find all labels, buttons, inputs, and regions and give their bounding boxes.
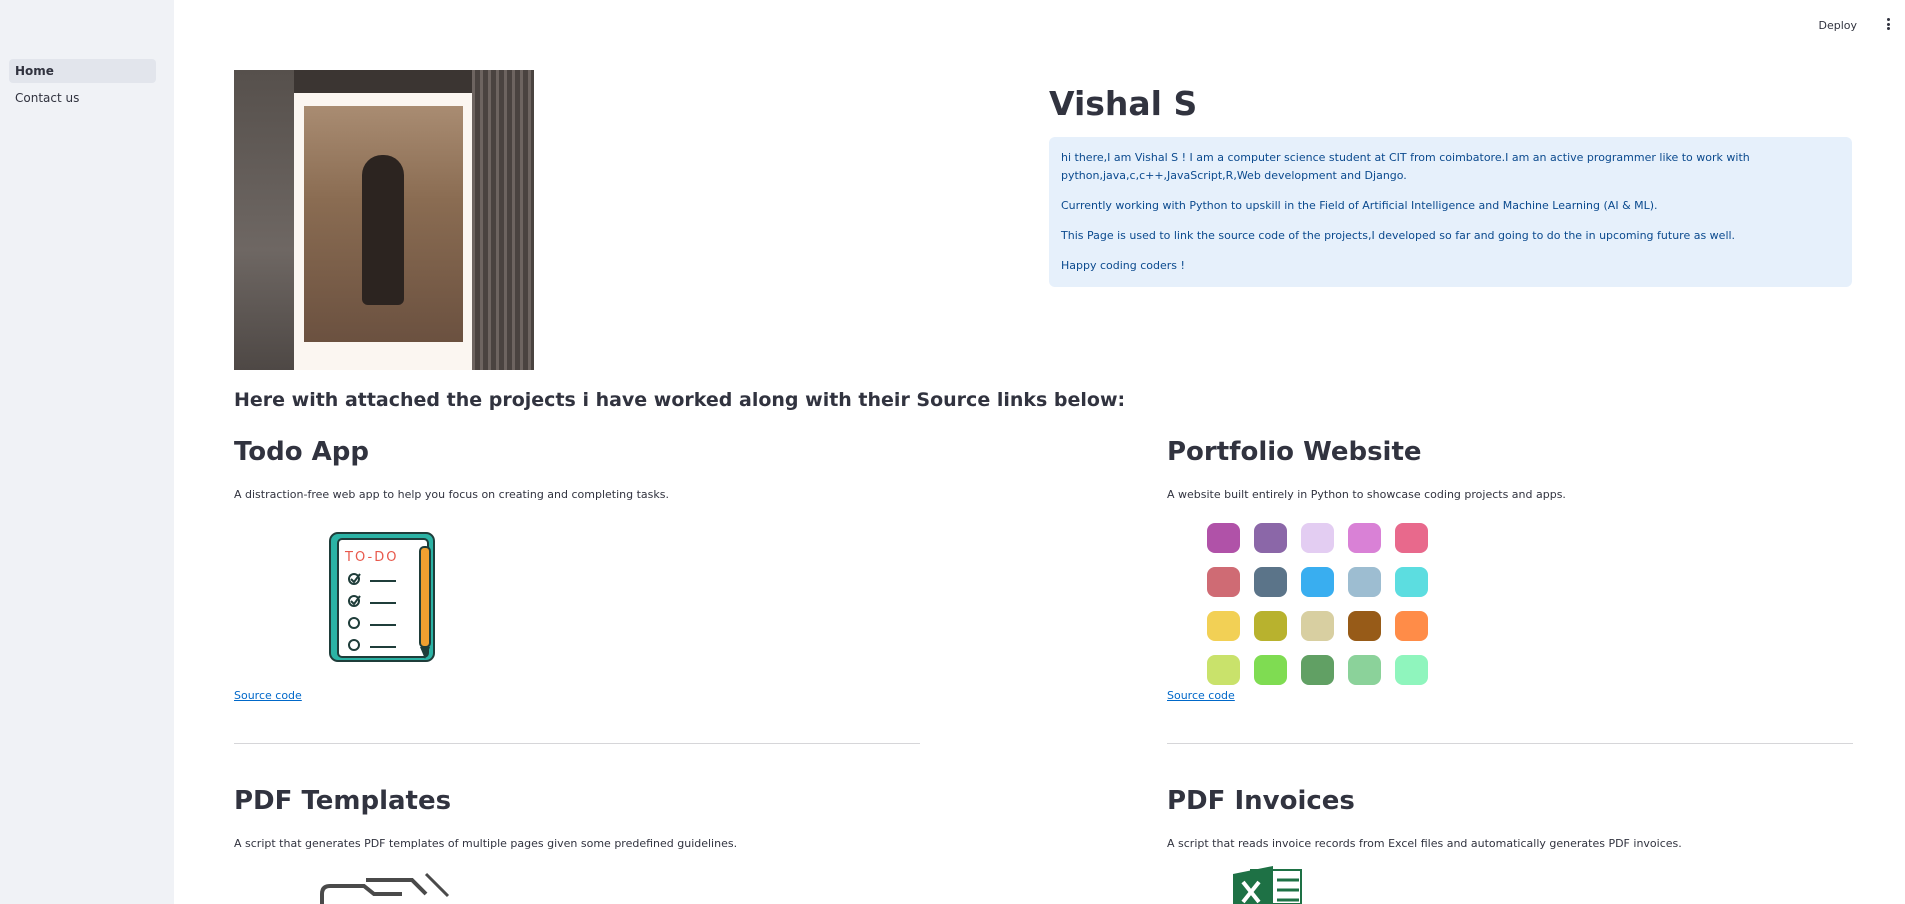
todo-label: TO-DO <box>344 550 398 565</box>
project-title: Todo App <box>234 437 370 467</box>
profile-info-box: hi there,I am Vishal S ! I am a computer… <box>1049 137 1852 287</box>
deploy-button[interactable]: Deploy <box>1818 19 1857 32</box>
color-swatch <box>1207 567 1240 597</box>
color-swatch <box>1395 655 1428 685</box>
color-swatch <box>1301 523 1334 553</box>
info-paragraph: This Page is used to link the source cod… <box>1061 229 1736 242</box>
color-palette-icon <box>1207 523 1428 685</box>
color-swatch <box>1301 567 1334 597</box>
project-description: A distraction-free web app to help you f… <box>234 488 670 501</box>
sidebar-item-contact-us[interactable]: Contact us <box>9 86 156 110</box>
color-swatch <box>1207 655 1240 685</box>
color-swatch <box>1348 567 1381 597</box>
profile-name: Vishal S <box>1049 84 1198 123</box>
project-title: PDF Templates <box>234 786 452 816</box>
color-swatch <box>1348 523 1381 553</box>
project-description: A script that reads invoice records from… <box>1167 837 1682 850</box>
color-swatch <box>1207 611 1240 641</box>
project-title: Portfolio Website <box>1167 437 1422 467</box>
divider <box>234 743 920 744</box>
color-swatch <box>1254 567 1287 597</box>
info-paragraph: hi there,I am Vishal S ! I am a computer… <box>1061 151 1750 182</box>
profile-photo <box>234 70 534 370</box>
color-swatch <box>1301 611 1334 641</box>
project-title: PDF Invoices <box>1167 786 1355 816</box>
source-code-link[interactable]: Source code <box>1167 689 1235 702</box>
project-portfolio-website: Portfolio Website A website built entire… <box>1167 437 1853 744</box>
info-paragraph: Currently working with Python to upskill… <box>1061 199 1658 212</box>
color-swatch <box>1207 523 1240 553</box>
info-paragraph: Happy coding coders ! <box>1061 259 1185 272</box>
todo-list-icon: TO-DO <box>329 532 435 662</box>
color-swatch <box>1348 611 1381 641</box>
sidebar-item-home[interactable]: Home <box>9 59 156 83</box>
pdf-document-icon <box>320 872 450 904</box>
color-swatch <box>1395 523 1428 553</box>
kebab-menu-icon[interactable] <box>1883 16 1893 32</box>
excel-icon <box>1233 866 1302 904</box>
project-pdf-templates: PDF Templates A script that generates PD… <box>234 786 920 904</box>
color-swatch <box>1395 567 1428 597</box>
sidebar: Home Contact us <box>0 0 174 904</box>
color-swatch <box>1254 523 1287 553</box>
divider <box>1167 743 1853 744</box>
project-todo-app: Todo App A distraction-free web app to h… <box>234 437 920 744</box>
project-pdf-invoices: PDF Invoices A script that reads invoice… <box>1167 786 1853 904</box>
source-code-link[interactable]: Source code <box>234 689 302 702</box>
project-description: A script that generates PDF templates of… <box>234 837 738 850</box>
color-swatch <box>1301 655 1334 685</box>
projects-heading: Here with attached the projects i have w… <box>234 389 1126 411</box>
color-swatch <box>1348 655 1381 685</box>
color-swatch <box>1395 611 1428 641</box>
color-swatch <box>1254 611 1287 641</box>
sidebar-nav: Home Contact us <box>9 59 156 113</box>
project-description: A website built entirely in Python to sh… <box>1167 488 1566 501</box>
color-swatch <box>1254 655 1287 685</box>
